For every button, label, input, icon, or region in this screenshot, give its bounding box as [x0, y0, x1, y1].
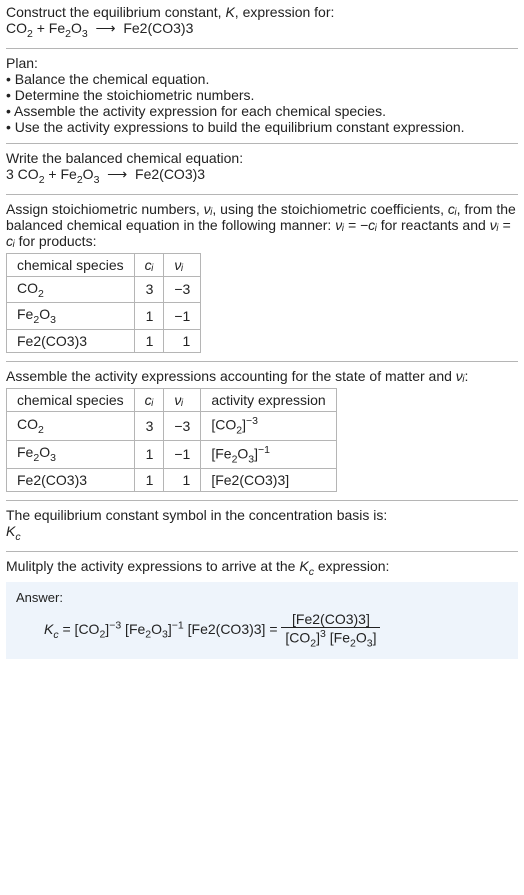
- divider: [6, 48, 518, 49]
- stoich-table: chemical species cᵢ νᵢ CO2 3 −3 Fe2O3 1 …: [6, 253, 201, 354]
- divider: [6, 500, 518, 501]
- frac-denominator: [CO2]3 [Fe2O3]: [281, 627, 380, 649]
- frac-numerator: [Fe2(CO3)3]: [281, 611, 380, 627]
- balanced-title: Write the balanced chemical equation:: [6, 150, 518, 166]
- text: Assemble the activity expressions accoun…: [6, 368, 456, 384]
- divider: [6, 143, 518, 144]
- cell-species: Fe2(CO3)3: [7, 330, 135, 353]
- plan-bullet: • Determine the stoichiometric numbers.: [6, 87, 518, 103]
- activity-title: Assemble the activity expressions accoun…: [6, 368, 518, 384]
- table-row: Fe2O3 1 −1 [Fe2O3]−1: [7, 440, 337, 468]
- plan-title: Plan:: [6, 55, 518, 71]
- col-c: cᵢ: [134, 253, 164, 276]
- cell-nu: −1: [164, 440, 201, 468]
- answer-label: Answer:: [16, 590, 508, 605]
- cell-expr: [Fe2(CO3)3]: [201, 469, 336, 492]
- answer-box: Answer: Kc = [CO2]−3 [Fe2O3]−1 [Fe2(CO3)…: [6, 582, 518, 659]
- table-header-row: chemical species cᵢ νᵢ activity expressi…: [7, 389, 337, 412]
- cell-nu: −3: [164, 276, 201, 303]
- col-species: chemical species: [7, 389, 135, 412]
- cell-c: 1: [134, 469, 164, 492]
- plan-bullet: • Use the activity expressions to build …: [6, 119, 518, 135]
- divider: [6, 361, 518, 362]
- final-section: Mulitply the activity expressions to arr…: [6, 558, 518, 659]
- table-row: CO2 3 −3 [CO2]−3: [7, 412, 337, 440]
- cell-species: CO2: [7, 412, 135, 440]
- basis-section: The equilibrium constant symbol in the c…: [6, 507, 518, 543]
- table-row: Fe2O3 1 −1: [7, 303, 201, 330]
- col-nu: νᵢ: [164, 253, 201, 276]
- activity-section: Assemble the activity expressions accoun…: [6, 368, 518, 492]
- col-species: chemical species: [7, 253, 135, 276]
- cell-nu: 1: [164, 469, 201, 492]
- divider: [6, 551, 518, 552]
- col-c: cᵢ: [134, 389, 164, 412]
- rel-react: νᵢ = −cᵢ: [335, 217, 377, 233]
- col-nu: νᵢ: [164, 389, 201, 412]
- basis-symbol: Kc: [6, 523, 518, 543]
- balanced-equation: 3 CO2 + Fe2O3 ⟶ Fe2(CO3)3: [6, 166, 518, 186]
- stoich-section: Assign stoichiometric numbers, νᵢ , using…: [6, 201, 518, 354]
- c-i: cᵢ: [448, 201, 457, 217]
- cell-species: Fe2O3: [7, 303, 135, 330]
- divider: [6, 194, 518, 195]
- plan-bullet: • Balance the chemical equation.: [6, 71, 518, 87]
- cell-species: Fe2O3: [7, 440, 135, 468]
- prompt: Construct the equilibrium constant, K, e…: [6, 4, 518, 40]
- cell-expr: [Fe2O3]−1: [201, 440, 336, 468]
- text: :: [465, 368, 469, 384]
- table-header-row: chemical species cᵢ νᵢ: [7, 253, 201, 276]
- text: for reactants and: [377, 217, 490, 233]
- text: Assign stoichiometric numbers,: [6, 201, 204, 217]
- table-row: Fe2(CO3)3 1 1: [7, 330, 201, 353]
- cell-c: 3: [134, 276, 164, 303]
- stoich-text: Assign stoichiometric numbers, νᵢ, using…: [6, 201, 518, 249]
- table-row: Fe2(CO3)3 1 1 [Fe2(CO3)3]: [7, 469, 337, 492]
- cell-species: CO2: [7, 276, 135, 303]
- cell-species: Fe2(CO3)3: [7, 469, 135, 492]
- text: for products:: [15, 233, 97, 249]
- col-expr: activity expression: [201, 389, 336, 412]
- unbalanced-equation: CO2 + Fe2O3 ⟶ Fe2(CO3)3: [6, 20, 518, 40]
- cell-nu: −3: [164, 412, 201, 440]
- basis-text: The equilibrium constant symbol in the c…: [6, 507, 518, 523]
- cell-c: 1: [134, 440, 164, 468]
- fraction: [Fe2(CO3)3] [CO2]3 [Fe2O3]: [281, 611, 380, 649]
- cell-nu: −1: [164, 303, 201, 330]
- plan-bullet: • Assemble the activity expression for e…: [6, 103, 518, 119]
- cell-c: 3: [134, 412, 164, 440]
- balanced-section: Write the balanced chemical equation: 3 …: [6, 150, 518, 186]
- table-row: CO2 3 −3: [7, 276, 201, 303]
- cell-c: 1: [134, 330, 164, 353]
- answer-expression: Kc = [CO2]−3 [Fe2O3]−1 [Fe2(CO3)3] = [Fe…: [16, 611, 508, 649]
- text: , using the stoichiometric coefficients,: [212, 201, 448, 217]
- nu-i: νᵢ: [456, 368, 465, 384]
- cell-nu: 1: [164, 330, 201, 353]
- final-text: Mulitply the activity expressions to arr…: [6, 558, 518, 578]
- cell-expr: [CO2]−3: [201, 412, 336, 440]
- cell-c: 1: [134, 303, 164, 330]
- prompt-text: Construct the equilibrium constant, K, e…: [6, 4, 334, 20]
- plan: Plan: • Balance the chemical equation. •…: [6, 55, 518, 135]
- activity-table: chemical species cᵢ νᵢ activity expressi…: [6, 388, 337, 492]
